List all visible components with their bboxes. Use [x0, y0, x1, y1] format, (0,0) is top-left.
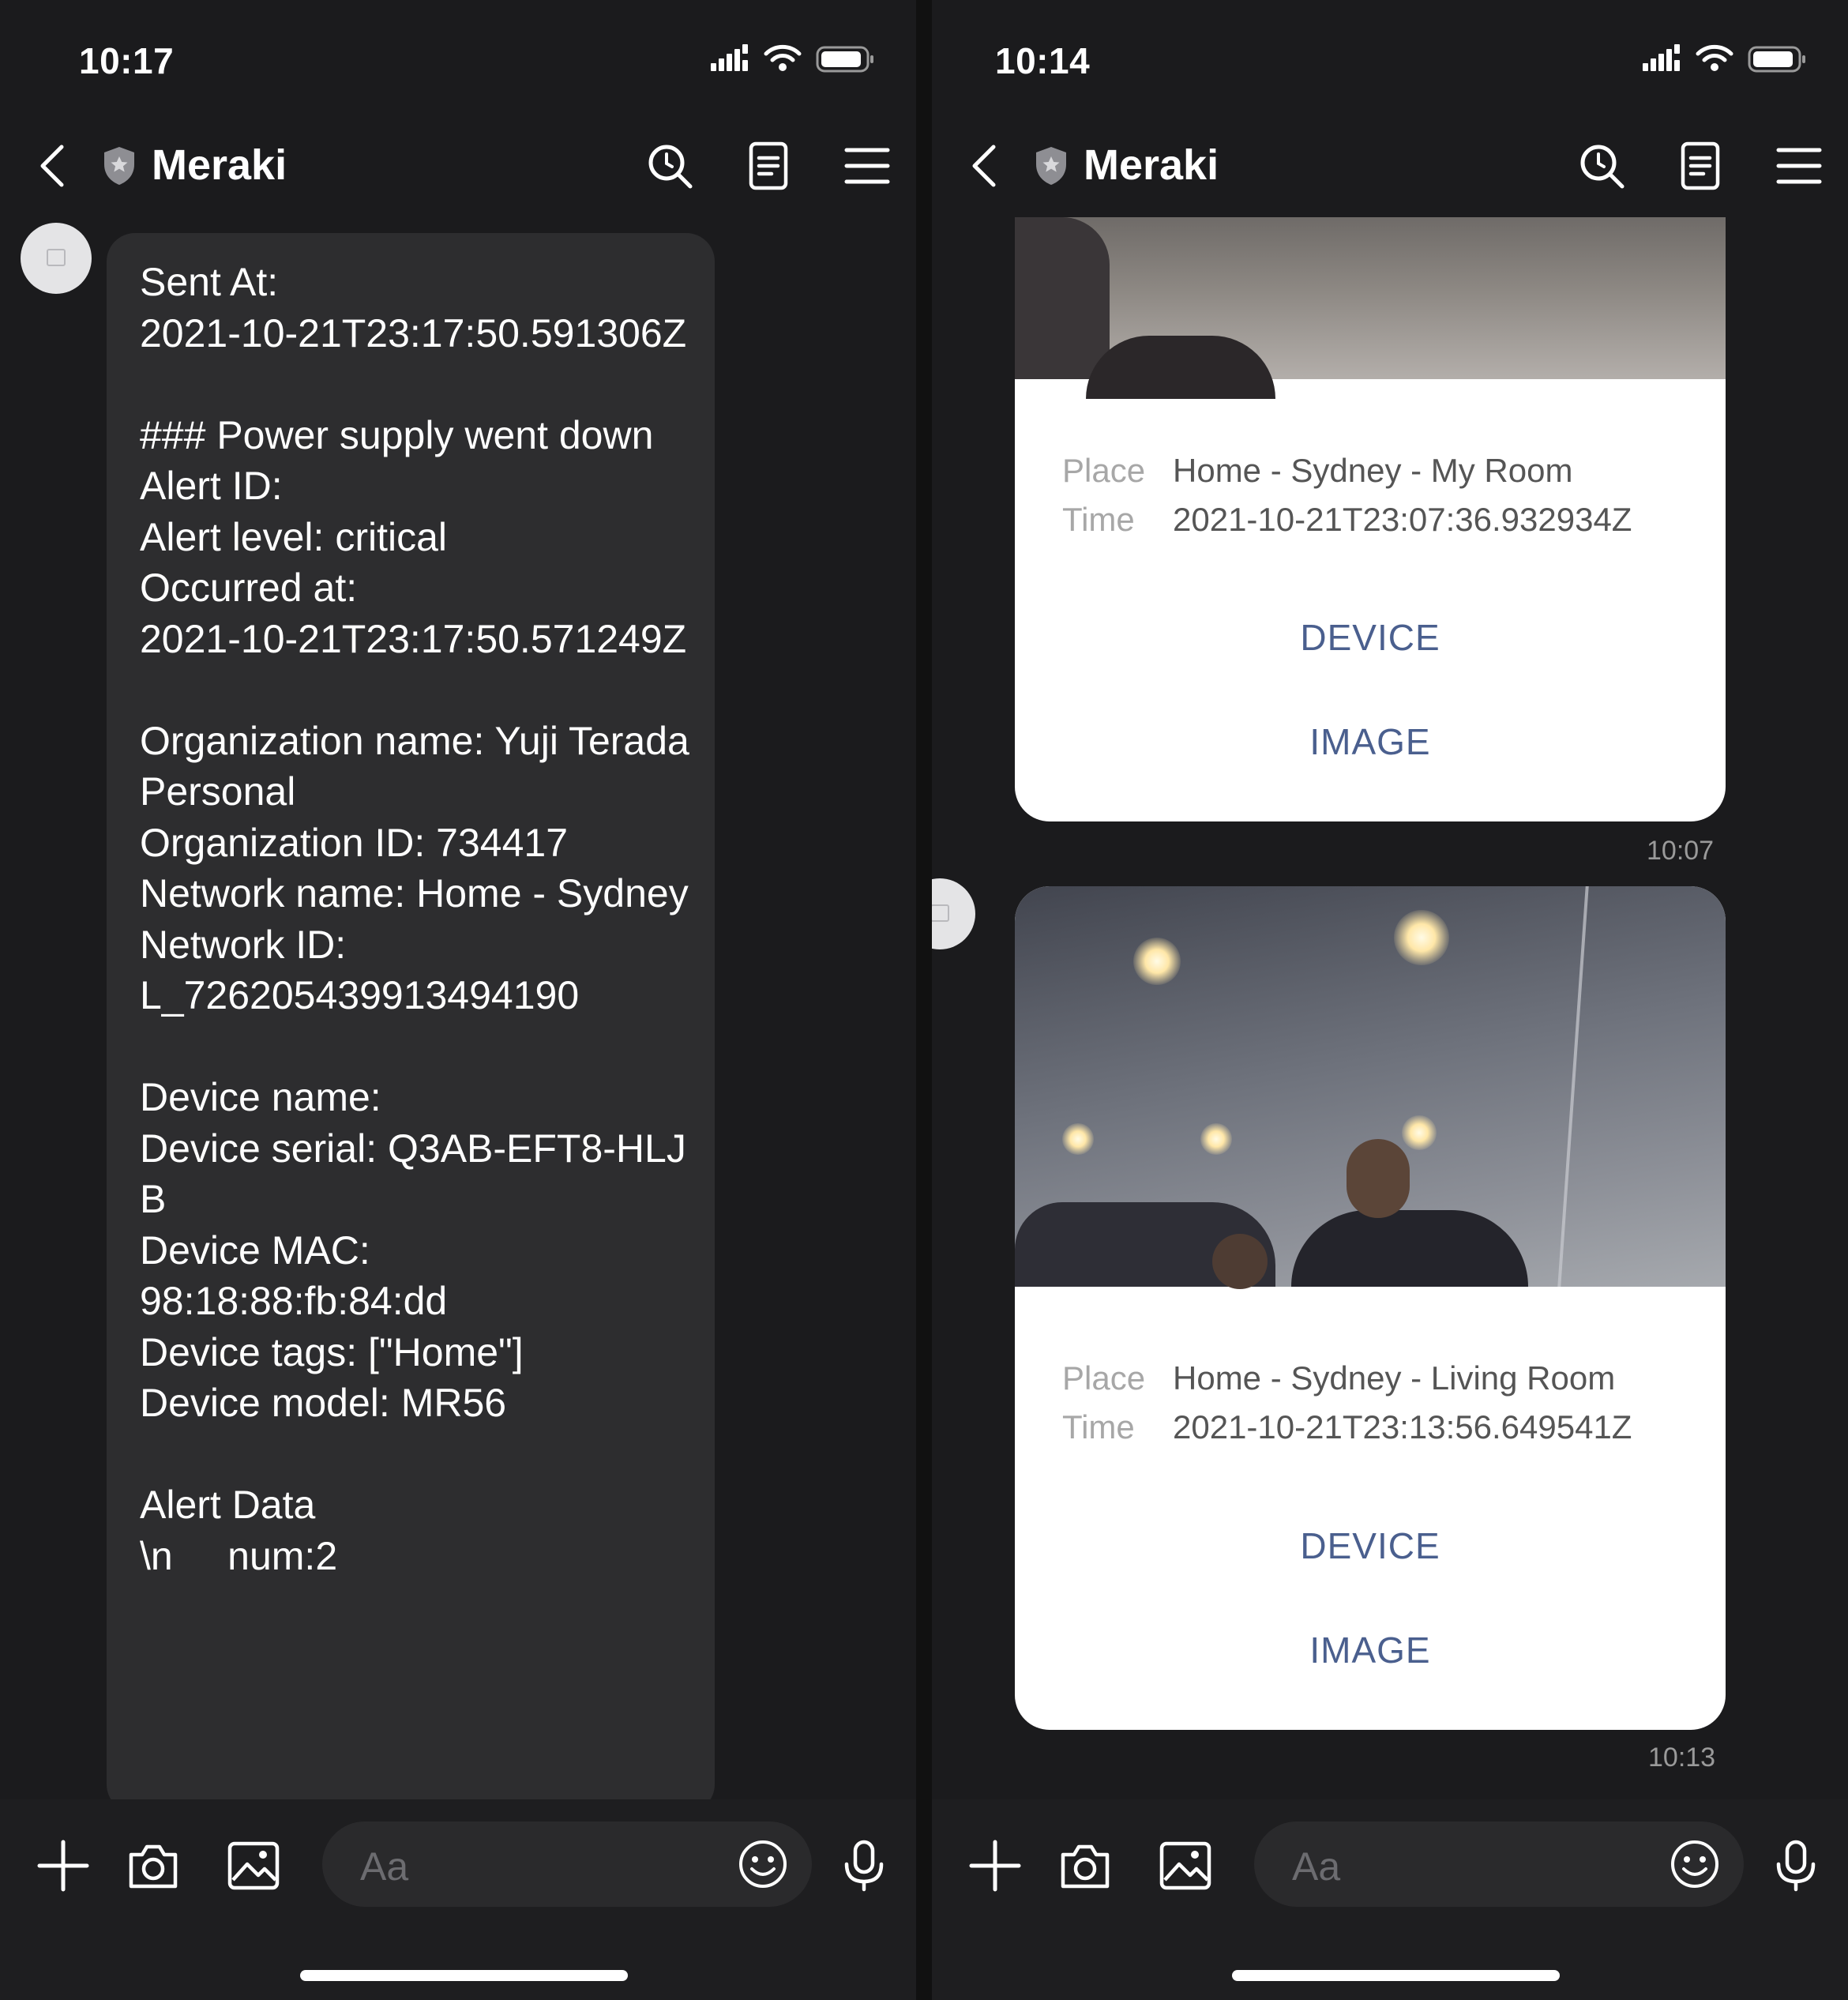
camera-snapshot[interactable] [1015, 217, 1726, 399]
time-value: 2021-10-21T23:07:36.932934Z [1173, 501, 1632, 538]
chat-title: Meraki [152, 141, 287, 189]
avatar[interactable] [21, 223, 92, 294]
status-icons [1643, 44, 1805, 73]
alert-card: Place Home - Sydney - Living Room Time 202… [1015, 886, 1726, 1730]
person-figure [1212, 1234, 1268, 1289]
input-bar: Aa [0, 1799, 916, 2000]
shield-icon [1036, 147, 1066, 185]
ceiling-light [1402, 1115, 1437, 1150]
image-icon[interactable] [227, 1839, 280, 1893]
device-button[interactable]: DEVICE [1015, 616, 1726, 659]
status-time: 10:14 [995, 40, 1091, 81]
image-icon[interactable] [1159, 1839, 1212, 1893]
person-figure [1086, 336, 1275, 399]
message-text: Sent At: 2021-10-21T23:17:50.591306Z ###… [140, 260, 689, 1578]
chevron-left-icon[interactable] [965, 142, 1005, 190]
camera-snapshot[interactable] [1015, 886, 1726, 1289]
search-icon[interactable] [644, 141, 695, 191]
plus-icon[interactable] [968, 1839, 1022, 1893]
chevron-left-icon[interactable] [33, 142, 73, 190]
input-placeholder: Aa [360, 1844, 409, 1889]
card-info: Place Home - Sydney - Living Room Time 202… [1062, 1354, 1632, 1452]
avatar[interactable] [932, 878, 975, 949]
image-button[interactable]: IMAGE [1015, 1629, 1726, 1671]
image-placeholder-icon [932, 904, 949, 922]
home-indicator[interactable] [300, 1970, 628, 1981]
message-bubble[interactable]: Sent At: 2021-10-21T23:17:50.591306Z ###… [107, 233, 715, 1813]
person-figure [1015, 217, 1110, 379]
input-placeholder: Aa [1292, 1844, 1341, 1889]
emoji-icon[interactable] [1670, 1839, 1720, 1889]
time-label: Time [1062, 501, 1135, 538]
microphone-icon[interactable] [1769, 1839, 1823, 1893]
image-placeholder-icon [47, 249, 66, 266]
ceiling-light [1394, 910, 1449, 965]
menu-icon[interactable] [842, 141, 892, 191]
time-label: Time [1062, 1408, 1135, 1445]
microphone-icon[interactable] [837, 1839, 891, 1893]
chat-header: Meraki [932, 126, 1848, 205]
device-button[interactable]: DEVICE [1015, 1524, 1726, 1567]
chat-title: Meraki [1084, 141, 1219, 189]
place-value: Home - Sydney - My Room [1173, 452, 1573, 489]
message-time: 10:07 [1647, 836, 1715, 866]
chat-header: Meraki [0, 126, 916, 205]
message-input[interactable]: Aa [1254, 1821, 1744, 1907]
alert-card: Place Home - Sydney - My Room Time 2021-10… [1015, 217, 1726, 821]
shield-icon [104, 147, 134, 185]
home-indicator[interactable] [1232, 1970, 1560, 1981]
person-figure [1291, 1210, 1528, 1287]
image-button[interactable]: IMAGE [1015, 720, 1726, 763]
right-screen: 10:14 Meraki Place Home - Sydney - My Ro… [932, 0, 1848, 2000]
person-figure [1347, 1139, 1410, 1218]
plus-icon[interactable] [36, 1839, 90, 1893]
message-time: 10:13 [1648, 1742, 1716, 1773]
wall-edge [1557, 886, 1589, 1287]
message-input[interactable]: Aa [322, 1821, 812, 1907]
status-icons [711, 44, 873, 73]
place-label: Place [1062, 1359, 1146, 1397]
camera-icon[interactable] [126, 1839, 180, 1893]
time-value: 2021-10-21T23:13:56.649541Z [1173, 1408, 1632, 1445]
ceiling-light [1133, 938, 1181, 985]
place-label: Place [1062, 452, 1146, 489]
place-value: Home - Sydney - Living Room [1173, 1359, 1616, 1397]
notes-icon[interactable] [1675, 141, 1726, 191]
card-info: Place Home - Sydney - My Room Time 2021-10… [1062, 446, 1632, 544]
ceiling-light [1200, 1123, 1232, 1155]
search-icon[interactable] [1576, 141, 1627, 191]
left-screen: 10:17 Meraki Sent At: 2021-10-21T23:17:5… [0, 0, 916, 2000]
status-time: 10:17 [79, 40, 175, 81]
ceiling-light [1062, 1123, 1094, 1155]
menu-icon[interactable] [1774, 141, 1824, 191]
camera-icon[interactable] [1058, 1839, 1112, 1893]
emoji-icon[interactable] [738, 1839, 788, 1889]
notes-icon[interactable] [743, 141, 794, 191]
input-bar: Aa [932, 1799, 1848, 2000]
